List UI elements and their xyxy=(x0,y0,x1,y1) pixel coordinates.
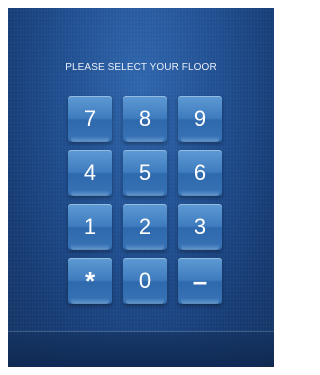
key-0[interactable]: 0 xyxy=(123,258,167,304)
footer-band xyxy=(8,332,274,367)
key-dash[interactable]: – xyxy=(178,258,222,304)
key-8[interactable]: 8 xyxy=(123,96,167,142)
key-star[interactable]: * xyxy=(68,258,112,304)
key-5[interactable]: 5 xyxy=(123,150,167,196)
key-3[interactable]: 3 xyxy=(178,204,222,250)
key-9[interactable]: 9 xyxy=(178,96,222,142)
floor-prompt: PLEASE SELECT YOUR FLOOR xyxy=(65,62,217,73)
floor-keypad: 7 8 9 4 5 6 1 2 3 * 0 – xyxy=(68,96,231,304)
key-6[interactable]: 6 xyxy=(178,150,222,196)
key-2[interactable]: 2 xyxy=(123,204,167,250)
elevator-panel: PLEASE SELECT YOUR FLOOR 7 8 9 4 5 6 1 2… xyxy=(8,8,274,367)
key-4[interactable]: 4 xyxy=(68,150,112,196)
key-1[interactable]: 1 xyxy=(68,204,112,250)
key-7[interactable]: 7 xyxy=(68,96,112,142)
